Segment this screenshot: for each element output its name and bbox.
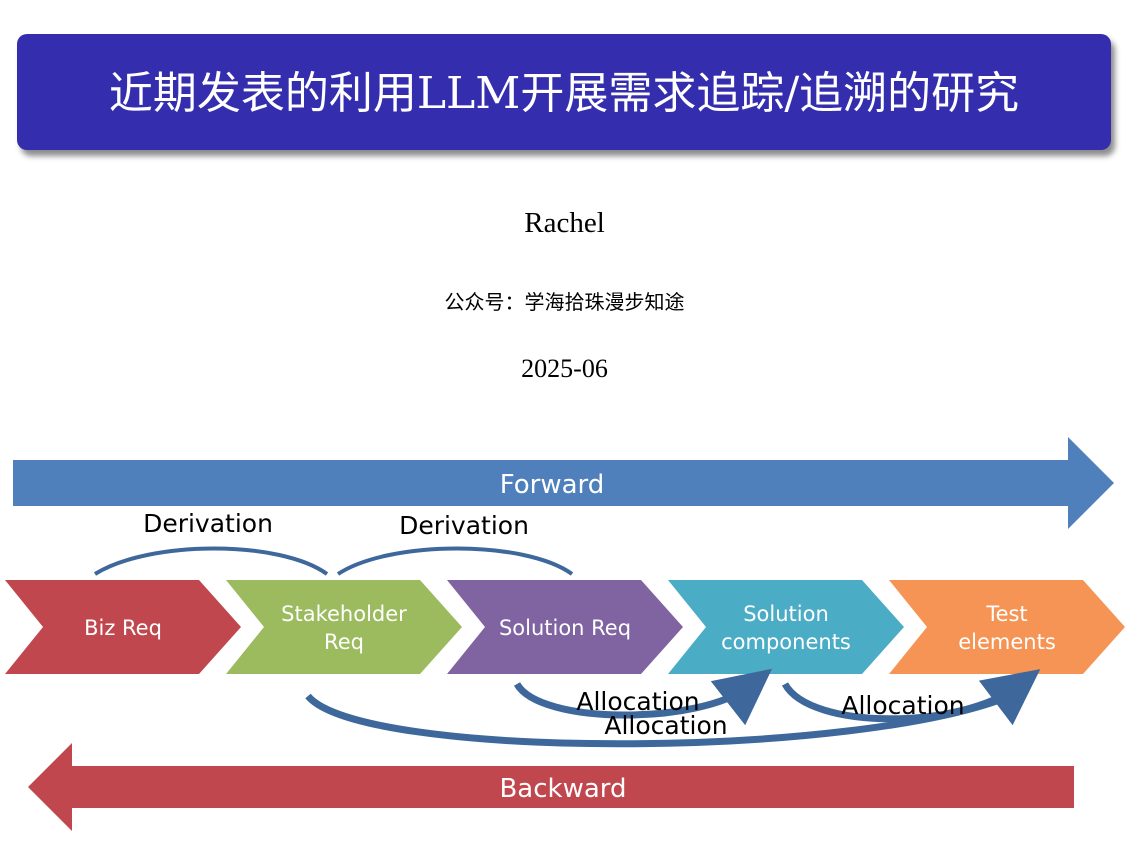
stage-chevron — [226, 580, 462, 674]
stage-label: Solution — [743, 602, 829, 626]
allocation-label: Allocation — [604, 711, 727, 740]
stage-chevron — [668, 580, 904, 674]
stage-label: Stakeholder — [281, 602, 407, 626]
stage-label: Solution Req — [499, 616, 631, 640]
derivation-label: Derivation — [143, 509, 273, 538]
derivation-connector — [93, 546, 329, 576]
derivation-label: Derivation — [399, 511, 529, 540]
forward-label: Forward — [500, 470, 605, 500]
stage-label: Req — [324, 630, 364, 654]
stage-label: Test — [985, 602, 1027, 626]
stage-chevrons: Biz Req Stakeholder Req Solution Req Solutio… — [5, 580, 1125, 674]
backward-label: Backward — [499, 774, 626, 804]
stage-chevron — [889, 580, 1125, 674]
stage-label: Biz Req — [84, 616, 162, 640]
traceability-diagram: Forward Backward Derivation Derivation B… — [5, 437, 1125, 831]
derivation-connector — [336, 546, 574, 576]
allocation-label: Allocation — [841, 691, 964, 720]
stage-label: elements — [958, 630, 1056, 654]
stage-label: components — [721, 630, 851, 654]
